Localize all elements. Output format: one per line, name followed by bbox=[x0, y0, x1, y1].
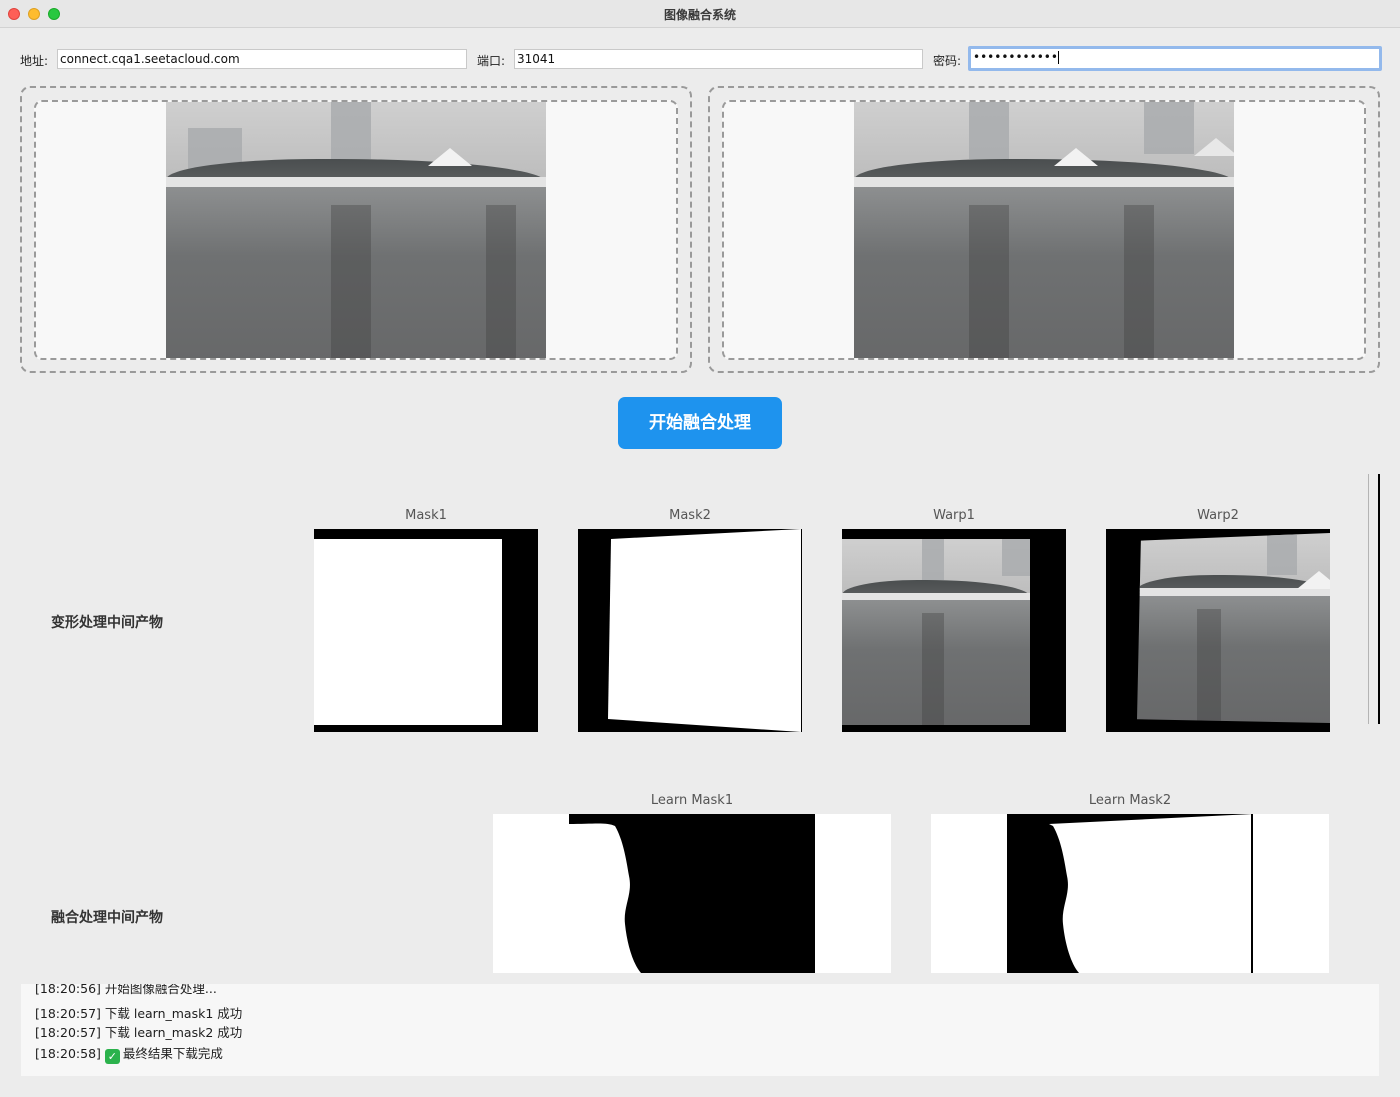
app-window: 图像融合系统 地址: connect.cqa1.seetacloud.com 端… bbox=[0, 0, 1400, 1097]
image1-drop-zone[interactable] bbox=[20, 86, 692, 373]
fusion-section-label: 融合处理中间产物 bbox=[51, 910, 163, 926]
learn-mask1-caption: Learn Mask1 bbox=[650, 793, 734, 808]
warp1-image bbox=[842, 529, 1066, 732]
log-line: [18:20:56] 开始图像融合处理... bbox=[35, 984, 217, 996]
mask1-image bbox=[314, 529, 538, 732]
address-label: 地址: bbox=[20, 54, 49, 68]
warp2-image bbox=[1106, 529, 1330, 732]
learn-mask2-caption: Learn Mask2 bbox=[1088, 793, 1172, 808]
check-icon: ✓ bbox=[104, 1049, 120, 1064]
port-label: 端口: bbox=[477, 54, 506, 68]
start-fusion-button[interactable]: 开始融合处理 bbox=[618, 397, 782, 449]
window-title: 图像融合系统 bbox=[663, 8, 736, 22]
learn-mask1-image bbox=[493, 814, 891, 973]
warp-section-label: 变形处理中间产物 bbox=[51, 615, 163, 631]
log-panel: [18:20:56] 开始图像融合处理... [18:20:57] 下载 lea… bbox=[21, 984, 1379, 1076]
image2-drop-zone[interactable] bbox=[708, 86, 1380, 373]
log-line: [18:20:57] 下载 learn_mask2 成功 bbox=[35, 1025, 243, 1040]
title-bar: 图像融合系统 bbox=[0, 0, 1400, 28]
password-label: 密码: bbox=[933, 54, 962, 68]
image2-preview-frame bbox=[722, 100, 1366, 360]
results-scrollbar[interactable] bbox=[1368, 474, 1380, 724]
address-field[interactable]: connect.cqa1.seetacloud.com bbox=[57, 49, 467, 69]
log-message: 最终结果下载完成 bbox=[122, 1046, 223, 1061]
log-line: [18:20:58] ✓ 最终结果下载完成 bbox=[35, 1043, 223, 1064]
text-caret bbox=[1057, 51, 1059, 64]
log-line: [18:20:57] 下载 learn_mask1 成功 bbox=[35, 1006, 243, 1021]
mask2-image bbox=[578, 529, 802, 732]
warp1-caption: Warp1 bbox=[933, 508, 975, 523]
password-value: •••••••••••• bbox=[973, 50, 1058, 64]
mask1-caption: Mask1 bbox=[405, 508, 447, 523]
image1-preview-frame bbox=[34, 100, 678, 360]
learn-mask2-image bbox=[931, 814, 1329, 973]
mask2-caption: Mask2 bbox=[669, 508, 711, 523]
image1-preview bbox=[166, 102, 546, 358]
image2-preview bbox=[854, 102, 1234, 358]
log-timestamp: [18:20:58] bbox=[35, 1046, 101, 1061]
port-field[interactable]: 31041 bbox=[514, 49, 923, 69]
password-field[interactable]: •••••••••••• bbox=[968, 46, 1382, 71]
warp2-caption: Warp2 bbox=[1197, 508, 1239, 523]
